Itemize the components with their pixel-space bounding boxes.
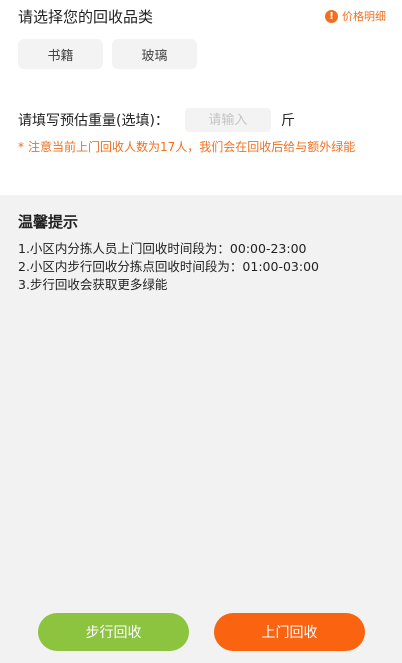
walk-recycle-button[interactable]: 步行回收 (38, 613, 189, 651)
notice-star: * (18, 140, 24, 154)
tips-item: 1.小区内分拣人员上门回收时间段为：00:00-23:00 (18, 241, 307, 256)
price-detail-link[interactable]: ! 价格明细 (325, 8, 386, 24)
weight-input[interactable] (184, 108, 271, 132)
weight-row: 请填写预估重量(选填)： 斤 (18, 108, 295, 132)
tips-list: 1.小区内分拣人员上门回收时间段为：00:00-23:00 2.小区内步行回收分… (18, 240, 319, 294)
category-options: 书籍 玻璃 (18, 39, 197, 69)
category-option-glass[interactable]: 玻璃 (112, 39, 197, 69)
recycle-page: 请选择您的回收品类 ! 价格明细 书籍 玻璃 请填写预估重量(选填)： 斤 * 注… (0, 0, 402, 663)
tips-title: 温馨提示 (18, 213, 79, 231)
price-detail-label: 价格明细 (342, 10, 386, 23)
weight-label: 请填写预估重量(选填)： (18, 113, 169, 129)
tips-item: 2.小区内步行回收分拣点回收时间段为：01:00-03:00 (18, 259, 319, 274)
tips-item: 3.步行回收会获取更多绿能 (18, 277, 168, 292)
notice-message: 注意当前上门回收人数为17人，我们会在回收后给与额外绿能 (28, 140, 356, 154)
category-option-books[interactable]: 书籍 (18, 39, 103, 69)
category-title: 请选择您的回收品类 (18, 8, 154, 26)
weight-unit: 斤 (280, 113, 295, 129)
info-icon: ! (325, 9, 338, 23)
tips-panel: 温馨提示 1.小区内分拣人员上门回收时间段为：00:00-23:00 2.小区内… (0, 195, 402, 663)
action-bar: 步行回收 上门回收 (0, 613, 402, 651)
notice-text: * 注意当前上门回收人数为17人，我们会在回收后给与额外绿能 (18, 139, 384, 155)
door-recycle-button[interactable]: 上门回收 (214, 613, 365, 651)
order-form: 请选择您的回收品类 ! 价格明细 书籍 玻璃 请填写预估重量(选填)： 斤 * 注… (0, 0, 402, 195)
